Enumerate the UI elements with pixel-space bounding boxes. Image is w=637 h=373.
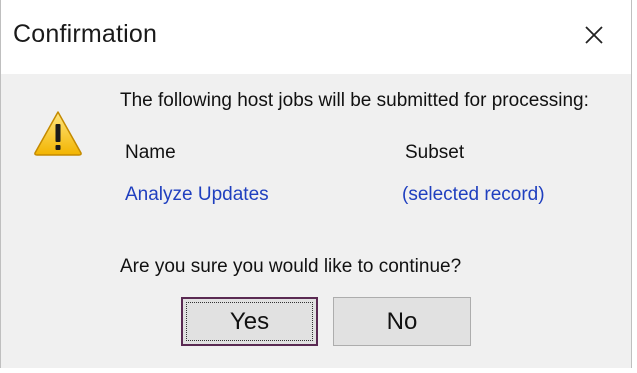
yes-button[interactable]: Yes [181,297,318,346]
confirmation-question: Are you sure you would like to continue? [120,256,462,277]
job-subset-cell: (selected record) [402,184,545,205]
close-x-icon [585,26,603,44]
confirmation-dialog: Confirmation The following host jobs wil… [0,0,632,368]
dialog-message: The following host jobs will be submitte… [120,90,589,111]
job-name-cell: Analyze Updates [125,184,269,205]
close-button[interactable] [569,14,619,58]
no-button-label: No [386,308,418,335]
column-header-name: Name [125,142,176,163]
column-header-subset: Subset [405,142,465,163]
warning-triangle-icon [33,110,83,156]
no-button[interactable]: No [333,297,471,346]
focus-ring [186,302,313,341]
title-bar: Confirmation [1,0,631,74]
dialog-title: Confirmation [13,20,158,48]
